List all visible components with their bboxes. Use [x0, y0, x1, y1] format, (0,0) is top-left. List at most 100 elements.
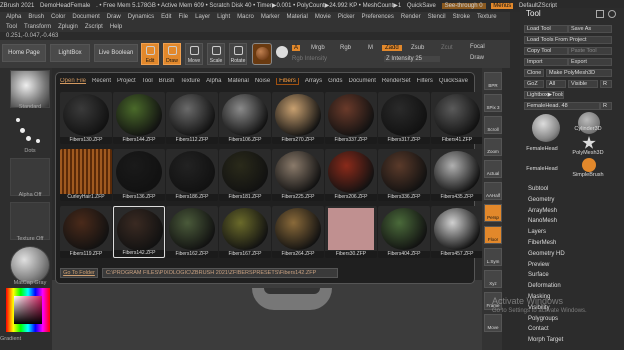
femalehead-thumbnail[interactable] [532, 114, 560, 142]
menu-file[interactable]: File [178, 14, 188, 20]
tool-subpalette-layers[interactable]: Layers [528, 229, 546, 235]
menu-material[interactable]: Material [287, 14, 308, 20]
lightbox-tile[interactable]: Fibers167.ZFP [219, 206, 271, 258]
lightbox-tools-button[interactable]: Lightbox▶Tools [524, 91, 564, 99]
tool-subpalette-deformation[interactable]: Deformation [528, 283, 561, 289]
menu-zscript[interactable]: Zscript [85, 24, 103, 30]
goto-folder-button[interactable]: Go To Folder [60, 268, 98, 278]
stroke-type-icon[interactable] [276, 46, 288, 58]
menu-texture[interactable]: Texture [477, 14, 497, 20]
current-tool-slider[interactable]: FemaleHead. 48 [524, 102, 600, 110]
lightbox-tab-noise[interactable]: Noise [255, 78, 270, 84]
lightbox-tab-texture[interactable]: Texture [180, 78, 200, 84]
draw-button[interactable]: Draw [163, 43, 181, 65]
lightbox-tile[interactable]: Fibers144.ZFP [113, 92, 165, 144]
copy-tool-button[interactable]: Copy Tool [524, 47, 568, 55]
lightbox-tile[interactable]: Fibers106.ZFP [219, 92, 271, 144]
texture-thumbnail[interactable] [10, 202, 50, 240]
rgb-intensity-slider[interactable]: Rgb Intensity [292, 56, 327, 62]
menu-stroke[interactable]: Stroke [453, 14, 470, 20]
goz-button[interactable]: GoZ [524, 80, 544, 88]
lightbox-tile[interactable]: Fibers162.ZFP [166, 206, 218, 258]
goz-visible-button[interactable]: Visible [568, 80, 598, 88]
menu-alpha[interactable]: Alpha [6, 14, 21, 20]
tool-subpalette-contact[interactable]: Contact [528, 326, 549, 332]
rotate-button[interactable]: Rotate [229, 43, 247, 65]
lightbox-tile[interactable]: Fibers30.ZFP [325, 206, 377, 258]
menu-tool[interactable]: Tool [6, 24, 17, 30]
zsub-button[interactable]: Zsub [411, 45, 424, 51]
matcap-thumbnail[interactable] [10, 246, 50, 284]
lightbox-tile[interactable]: Fibers435.ZFP [431, 149, 483, 201]
m-button[interactable]: M [368, 45, 373, 51]
tool-subpalette-subtool[interactable]: Subtool [528, 186, 548, 192]
menu-preferences[interactable]: Preferences [362, 14, 394, 20]
load-tools-from-project-button[interactable]: Load Tools From Project [524, 36, 612, 44]
scale-button[interactable]: Scale [207, 43, 225, 65]
lightbox-tab-recent[interactable]: Recent [92, 78, 111, 84]
move-button[interactable]: Move [185, 43, 203, 65]
lightbox-tab-quicksave[interactable]: QuickSave [439, 78, 468, 84]
palette-dock-icon[interactable] [596, 10, 604, 18]
focal-shift-slider[interactable]: Focal [470, 44, 485, 50]
palette-close-icon[interactable] [608, 10, 616, 18]
brush-thumbnail[interactable] [10, 70, 50, 108]
lightbox-button[interactable]: LightBox [50, 44, 90, 62]
lightbox-tile[interactable]: Fibers404.ZFP [378, 206, 430, 258]
lightbox-tile[interactable]: Fibers136.ZFP [113, 149, 165, 201]
lightbox-tile[interactable]: Fibers336.ZFP [378, 149, 430, 201]
tool-subpalette-preview[interactable]: Preview [528, 262, 549, 268]
right-shelf-l-sym-button[interactable]: L.Sym [484, 248, 502, 266]
lightbox-tile[interactable]: Fibers41.ZFP [431, 92, 483, 144]
color-square[interactable] [14, 296, 42, 324]
right-shelf-zoom-button[interactable]: Zoom [484, 138, 502, 156]
menu-marker[interactable]: Marker [261, 14, 280, 20]
menu-brush[interactable]: Brush [28, 14, 44, 20]
menu-dynamics[interactable]: Dynamics [128, 14, 154, 20]
home-page-button[interactable]: Home Page [2, 44, 46, 62]
lightbox-tile[interactable]: CurleyHair1.ZFP [60, 149, 112, 201]
goz-r-button[interactable]: R [600, 80, 612, 88]
edit-button[interactable]: Edit [141, 43, 159, 65]
lightbox-tile[interactable]: Fibers337.ZFP [325, 92, 377, 144]
quicksave-button[interactable]: QuickSave [407, 3, 436, 9]
a-button[interactable]: A [292, 45, 301, 51]
rgb-button[interactable]: Rgb [340, 45, 351, 51]
load-tool-button[interactable]: Load Tool [524, 25, 568, 33]
lightbox-tile[interactable]: Fibers186.ZFP [166, 149, 218, 201]
lightbox-tab-tool[interactable]: Tool [142, 78, 153, 84]
material-swatch[interactable] [252, 43, 272, 65]
stroke-thumbnail[interactable] [10, 114, 50, 152]
lightbox-tab-project[interactable]: Project [117, 78, 136, 84]
make-polymesh3d-button[interactable]: Make PolyMesh3D [546, 69, 612, 77]
lightbox-tab-renderset[interactable]: RenderSet [382, 78, 411, 84]
right-shelf-bpr-button[interactable]: BPR [484, 72, 502, 90]
menu-picker[interactable]: Picker [338, 14, 355, 20]
tool-subpalette-geometry[interactable]: Geometry [528, 197, 554, 203]
goz-all-button[interactable]: All [546, 80, 566, 88]
color-picker[interactable] [6, 288, 50, 332]
menu-light[interactable]: Light [217, 14, 230, 20]
import-button[interactable]: Import [524, 58, 568, 66]
lightbox-tile[interactable]: Fibers112.ZFP [166, 92, 218, 144]
menu-render[interactable]: Render [401, 14, 421, 20]
menu-layer[interactable]: Layer [195, 14, 210, 20]
current-tool-r-button[interactable]: R [600, 102, 612, 110]
lightbox-tab-filters[interactable]: Filters [417, 78, 433, 84]
zcut-button[interactable]: Zcut [441, 45, 453, 51]
tool-subpalette-surface[interactable]: Surface [528, 272, 549, 278]
lightbox-tile[interactable]: Fibers264.ZFP [272, 206, 324, 258]
live-boolean-button[interactable]: Live Boolean [94, 44, 138, 62]
export-button[interactable]: Export [568, 58, 612, 66]
lightbox-tab-material[interactable]: Material [227, 78, 248, 84]
right-shelf-scroll-button[interactable]: Scroll [484, 116, 502, 134]
right-shelf-move-button[interactable]: Move [484, 314, 502, 332]
paste-tool-button[interactable]: Paste Tool [568, 47, 612, 55]
menu-stencil[interactable]: Stencil [428, 14, 446, 20]
lightbox-tab-brush[interactable]: Brush [159, 78, 175, 84]
menu-color[interactable]: Color [51, 14, 65, 20]
menu-document[interactable]: Document [72, 14, 99, 20]
menu-movie[interactable]: Movie [315, 14, 331, 20]
lightbox-tile[interactable]: Fibers457.ZFP [431, 206, 483, 258]
menu-zplugin[interactable]: Zplugin [58, 24, 78, 30]
